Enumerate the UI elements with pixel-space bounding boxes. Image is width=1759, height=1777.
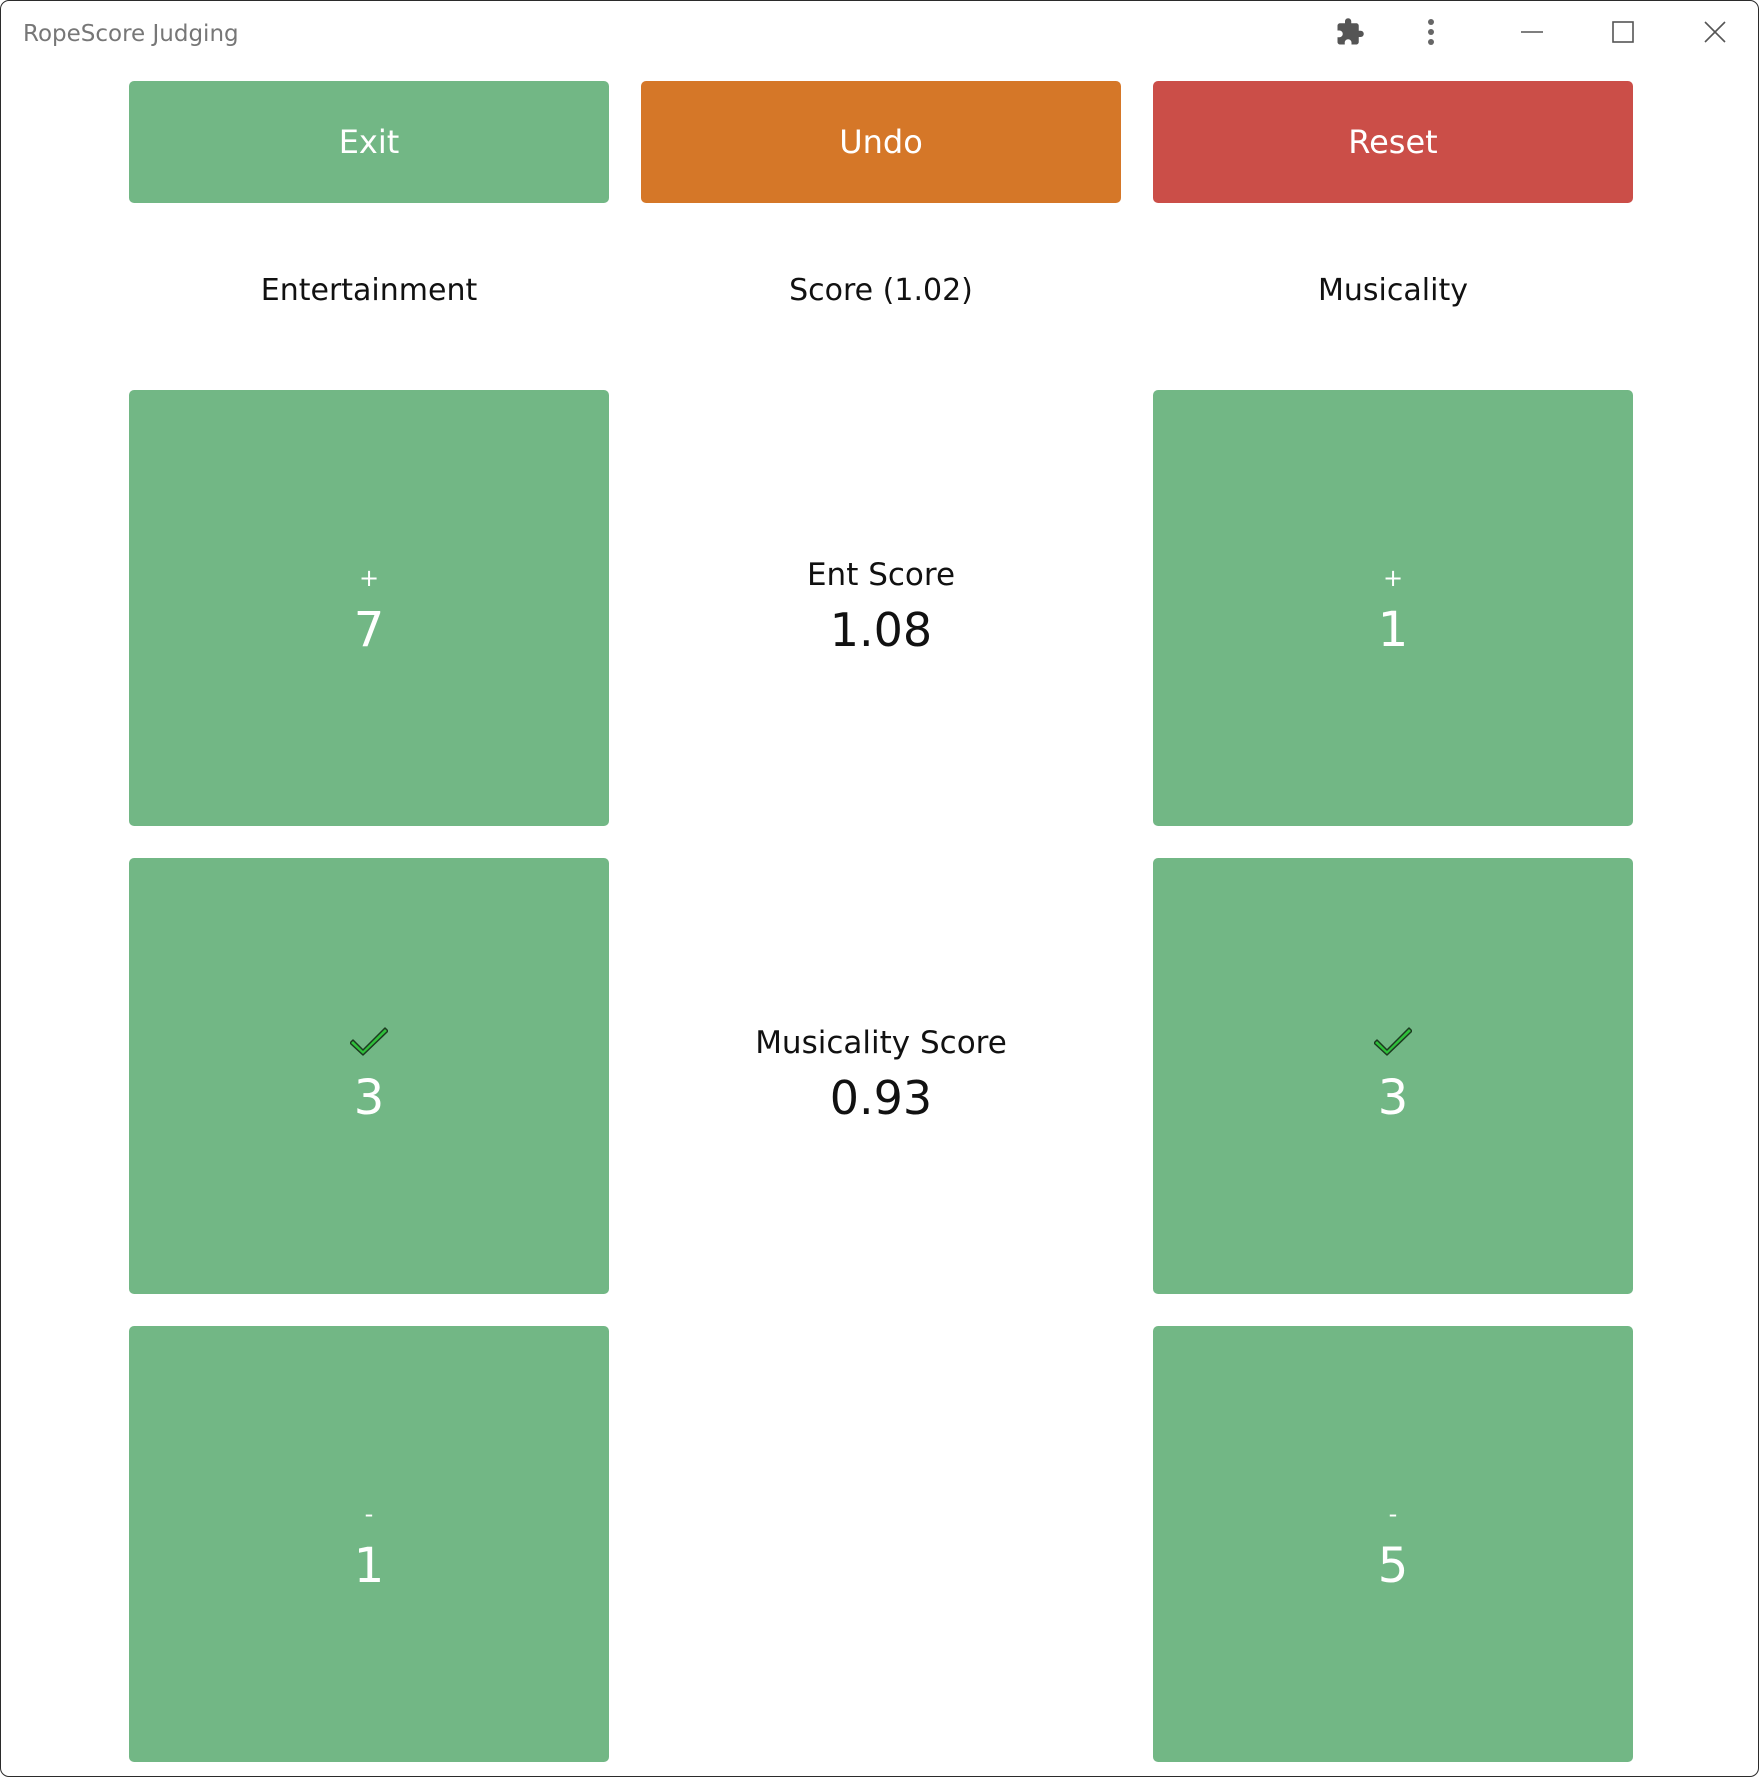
extensions-button[interactable]	[1315, 1, 1385, 63]
musicality-minus-tile[interactable]: - 5	[1153, 1326, 1633, 1762]
musicality-plus-tile[interactable]: + 1	[1153, 390, 1633, 826]
vertical-dots-icon	[1426, 17, 1436, 47]
musicality-plus-count: 1	[1377, 602, 1409, 658]
close-icon	[1704, 21, 1726, 43]
more-menu-button[interactable]	[1396, 1, 1466, 63]
minus-sign: -	[1388, 1500, 1398, 1528]
plus-sign: +	[358, 564, 380, 592]
entertainment-minus-count: 1	[353, 1538, 385, 1594]
minimize-icon	[1521, 21, 1543, 43]
exit-button[interactable]: Exit	[129, 81, 609, 203]
entertainment-check-count: 3	[353, 1070, 385, 1126]
musicality-minus-count: 5	[1377, 1538, 1409, 1594]
entertainment-plus-tile[interactable]: + 7	[129, 390, 609, 826]
maximize-button[interactable]	[1588, 1, 1658, 63]
close-button[interactable]	[1680, 1, 1750, 63]
plus-sign: +	[1382, 564, 1404, 592]
musicality-header: Musicality	[1318, 273, 1468, 308]
puzzle-piece-icon	[1335, 17, 1365, 47]
musicality-check-tile[interactable]: 3	[1153, 858, 1633, 1294]
entertainment-plus-count: 7	[353, 602, 385, 658]
musicality-check-count: 3	[1377, 1070, 1409, 1126]
maximize-icon	[1612, 21, 1634, 43]
app-window: RopeScore Judging Exit Undo Reset Entert…	[0, 0, 1759, 1777]
reset-button[interactable]: Reset	[1153, 81, 1633, 203]
title-bar: RopeScore Judging	[1, 1, 1758, 67]
score-header: Score (1.02)	[789, 273, 973, 308]
ent-score-value: 1.08	[829, 603, 933, 657]
entertainment-header: Entertainment	[260, 273, 478, 308]
checkmark-icon	[1373, 1024, 1413, 1068]
entertainment-minus-tile[interactable]: - 1	[129, 1326, 609, 1762]
ent-score-block: Ent Score 1.08	[641, 553, 1121, 663]
musicality-score-label: Musicality Score	[755, 1025, 1007, 1061]
checkmark-icon	[349, 1024, 389, 1068]
minus-sign: -	[364, 1500, 374, 1528]
ent-score-label: Ent Score	[806, 557, 956, 593]
musicality-score-value: 0.93	[829, 1071, 933, 1125]
undo-button[interactable]: Undo	[641, 81, 1121, 203]
window-title: RopeScore Judging	[23, 21, 239, 47]
entertainment-check-tile[interactable]: 3	[129, 858, 609, 1294]
minimize-button[interactable]	[1497, 1, 1567, 63]
musicality-score-block: Musicality Score 0.93	[641, 1021, 1121, 1131]
